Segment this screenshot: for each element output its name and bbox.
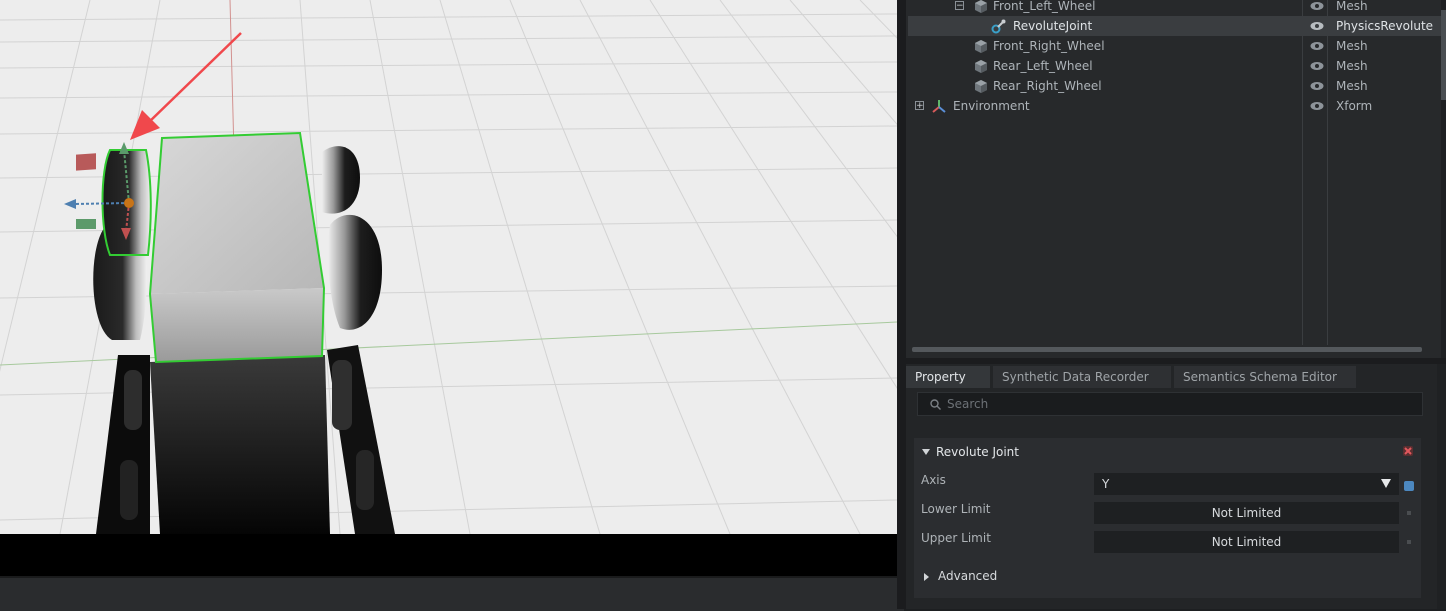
axis-label: Axis	[921, 473, 946, 487]
tree-row-type: Mesh	[1336, 39, 1368, 53]
tree-row-type: Xform	[1336, 99, 1373, 113]
tree-row-front-left-wheel[interactable]: − Front_Left_Wheel Mesh	[908, 0, 1442, 16]
upper-limit-default-indicator[interactable]	[1407, 540, 1411, 544]
vehicle-body	[148, 131, 326, 364]
viewport-scene[interactable]	[0, 0, 897, 534]
axis-default-indicator[interactable]	[1404, 481, 1414, 491]
tree-row-type: Mesh	[1336, 59, 1368, 73]
viewport-letterbox	[0, 534, 897, 576]
section-title: Revolute Joint	[936, 445, 1019, 459]
section-header[interactable]: Revolute Joint	[914, 438, 1421, 466]
eye-icon[interactable]	[1310, 101, 1324, 111]
tree-row-label: Rear_Left_Wheel	[993, 59, 1093, 73]
cube-icon	[975, 60, 987, 73]
chevron-down-icon	[1381, 479, 1391, 488]
tree-row-type: Mesh	[1336, 79, 1368, 93]
3d-viewport[interactable]	[0, 0, 897, 534]
xform-icon	[932, 100, 946, 113]
vertical-scrollbar-thumb[interactable]	[1441, 10, 1446, 100]
vehicle-reflection	[96, 345, 395, 534]
axis-value: Y	[1102, 477, 1110, 491]
tree-row-label: RevoluteJoint	[1013, 19, 1093, 33]
front-right-wheel	[328, 214, 382, 330]
bottom-panel-strip	[0, 576, 904, 611]
stage-tree-panel: − Front_Left_Wheel Mesh RevoluteJoint Ph…	[906, 0, 1446, 358]
tree-row-environment[interactable]: + Environment Xform	[908, 96, 1442, 116]
tree-row-label: Rear_Right_Wheel	[993, 79, 1102, 93]
lower-limit-label: Lower Limit	[921, 502, 991, 516]
property-panel: Property Synthetic Data Recorder Semanti…	[906, 364, 1446, 609]
axis-dropdown[interactable]: Y	[1094, 473, 1399, 495]
lower-limit-field[interactable]: Not Limited	[1094, 502, 1399, 524]
rear-right-wheel	[322, 146, 360, 214]
tree-row-type: Mesh	[1336, 0, 1368, 13]
expand-triangle-icon	[924, 573, 929, 581]
panel-splitter[interactable]	[897, 0, 906, 609]
upper-limit-label: Upper Limit	[921, 531, 991, 545]
tree-row-label: Front_Right_Wheel	[993, 39, 1105, 53]
tab-semantics-schema-editor[interactable]: Semantics Schema Editor	[1174, 366, 1356, 388]
lower-limit-default-indicator[interactable]	[1407, 511, 1411, 515]
search-placeholder: Search	[947, 397, 989, 411]
eye-icon[interactable]	[1310, 1, 1324, 11]
collapse-triangle-icon[interactable]	[922, 449, 930, 455]
remove-component-icon[interactable]	[1403, 446, 1413, 456]
revolute-joint-section: Revolute Joint Axis Y Lower Limit Not Li…	[914, 438, 1421, 598]
vertical-scrollbar-track[interactable]	[1437, 364, 1446, 609]
tree-row-rear-right-wheel[interactable]: Rear_Right_Wheel Mesh	[908, 76, 1442, 96]
annotation-arrow	[130, 32, 242, 140]
expand-toggle[interactable]: +	[915, 101, 924, 111]
tree-row-label: Environment	[953, 99, 1030, 113]
eye-icon[interactable]	[1310, 41, 1324, 51]
tab-property[interactable]: Property	[906, 366, 990, 388]
advanced-label: Advanced	[938, 569, 998, 583]
eye-icon[interactable]	[1310, 21, 1324, 31]
cube-icon	[975, 40, 987, 53]
collapse-toggle[interactable]: −	[955, 1, 964, 11]
cube-icon	[975, 0, 987, 13]
tab-synthetic-data-recorder[interactable]: Synthetic Data Recorder	[993, 366, 1171, 388]
upper-limit-field[interactable]: Not Limited	[1094, 531, 1399, 553]
cube-icon	[975, 80, 987, 93]
tree-row-revolute-joint[interactable]: RevoluteJoint PhysicsRevolute	[908, 16, 1442, 36]
tree-row-label: Front_Left_Wheel	[993, 0, 1096, 13]
eye-icon[interactable]	[1310, 81, 1324, 91]
revolute-joint-icon	[991, 19, 1006, 34]
search-input[interactable]: Search	[917, 392, 1423, 416]
search-icon	[930, 399, 941, 410]
tree-row-rear-left-wheel[interactable]: Rear_Left_Wheel Mesh	[908, 56, 1442, 76]
tree-row-front-right-wheel[interactable]: Front_Right_Wheel Mesh	[908, 36, 1442, 56]
horizontal-scrollbar[interactable]	[912, 347, 1422, 352]
tree-row-type: PhysicsRevolute	[1336, 19, 1434, 33]
eye-icon[interactable]	[1310, 61, 1324, 71]
